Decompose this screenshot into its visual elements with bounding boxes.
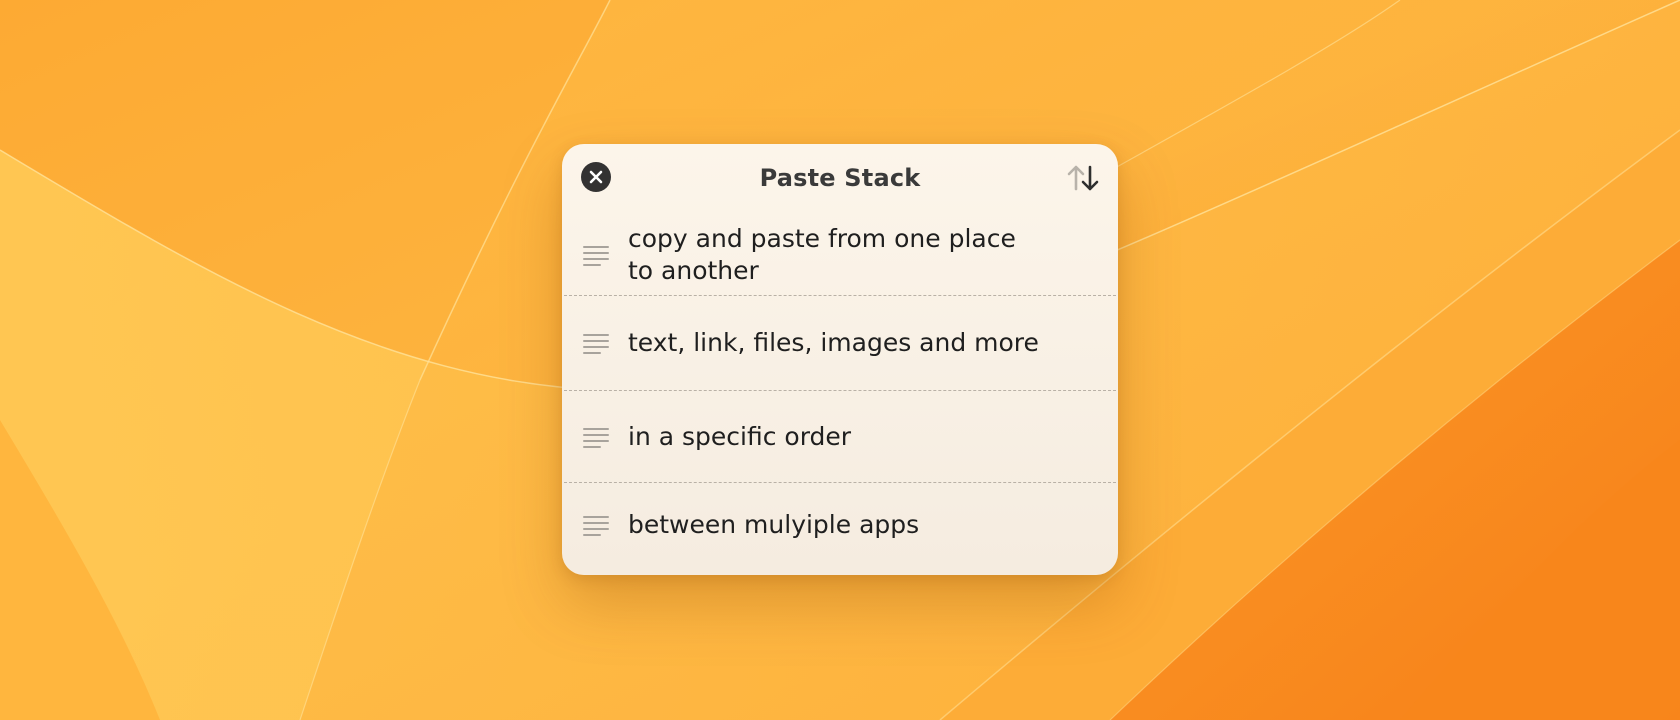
list-item-text: in a specific order <box>628 421 852 451</box>
paste-stack-list: copy and paste from one place to another… <box>562 214 1118 567</box>
list-item-text: text, link, files, images and more <box>628 328 1039 357</box>
sort-button[interactable] <box>1066 162 1102 194</box>
list-item[interactable]: between mulyiple apps <box>564 483 1116 567</box>
text-lines-icon <box>583 512 609 538</box>
text-lines-icon <box>583 242 609 268</box>
list-item-text: copy and paste from one place to another <box>628 223 1016 285</box>
list-item[interactable]: copy and paste from one place to another <box>564 214 1116 296</box>
paste-stack-panel: Paste Stack copy and paste from one plac… <box>562 144 1118 575</box>
panel-header: Paste Stack <box>562 144 1118 214</box>
panel-title: Paste Stack <box>759 164 921 192</box>
text-lines-icon <box>583 424 609 450</box>
list-item[interactable]: in a specific order <box>564 391 1116 483</box>
text-lines-icon <box>583 330 609 356</box>
sort-arrows-icon <box>1067 165 1099 191</box>
list-item[interactable]: text, link, files, images and more <box>564 296 1116 391</box>
list-item-text: between mulyiple apps <box>628 510 920 539</box>
